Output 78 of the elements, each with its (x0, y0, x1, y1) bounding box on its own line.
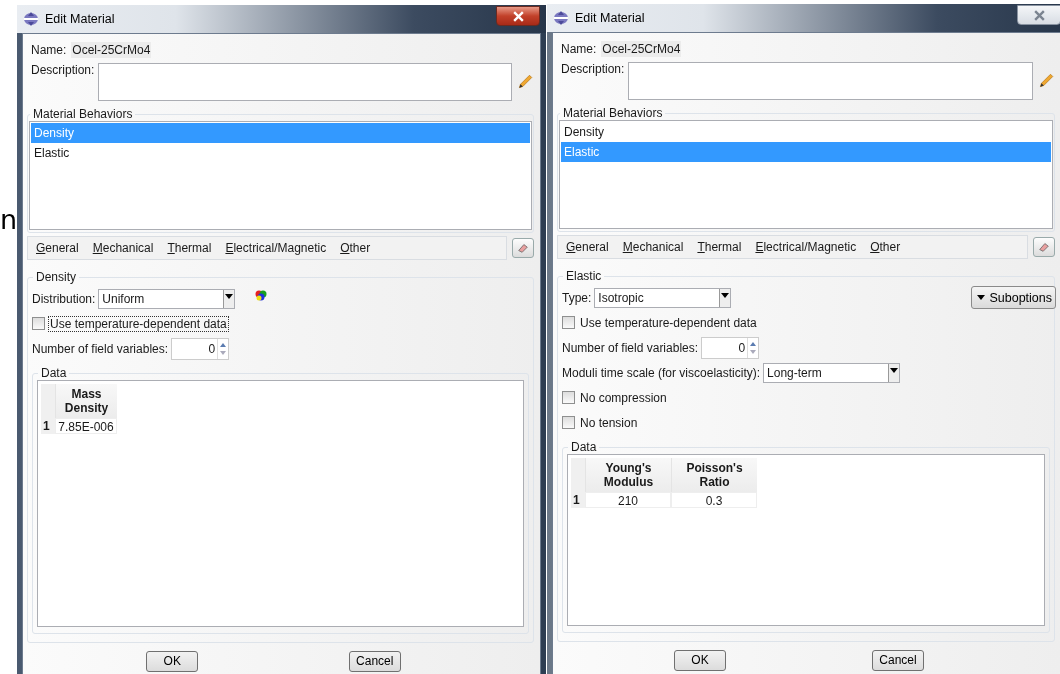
dropdown[interactable]: Long-term (763, 362, 901, 383)
checkbox[interactable] (32, 317, 45, 330)
material-name: Ocel-25CrMo4 (71, 42, 152, 58)
number-spinner[interactable]: 0 (701, 336, 760, 359)
field-label: Type: (562, 290, 592, 305)
checkbox-label[interactable]: No tension (578, 414, 640, 431)
dialog-button[interactable]: OK (674, 649, 726, 671)
eraser-button[interactable] (512, 238, 534, 258)
description-field[interactable] (98, 63, 512, 101)
menu-item[interactable]: Electrical/Magnetic (225, 241, 327, 255)
group-title: Material Behaviors (32, 107, 134, 121)
menu-item[interactable]: Mechanical (92, 241, 154, 255)
window-title: Edit Material (45, 12, 115, 26)
row-number: 1 (41, 418, 55, 434)
column-header: Poisson's Ratio (671, 458, 757, 492)
close-button[interactable] (496, 6, 540, 26)
menu-item[interactable]: Mechanical (622, 240, 684, 254)
background-letter: n (0, 206, 17, 233)
menu-item[interactable]: General (566, 240, 609, 254)
column-header: Young's Modulus (585, 458, 671, 492)
description-label: Description: (561, 62, 625, 76)
checkbox-label[interactable]: Use temperature-dependent data (578, 314, 759, 331)
row-number: 1 (571, 492, 585, 508)
table-corner-header (41, 384, 55, 418)
field-label: Number of field variables: (32, 341, 169, 356)
checkbox[interactable] (562, 391, 575, 404)
pencil-icon[interactable] (1037, 72, 1055, 90)
menu-item[interactable]: General (36, 241, 79, 255)
suboptions-button[interactable]: Suboptions (971, 286, 1056, 309)
caret-icon (890, 367, 899, 373)
group-title: Elastic (565, 269, 603, 283)
field-label: Number of field variables: (562, 340, 699, 355)
field-label: Moduli time scale (for viscoelasticity): (562, 365, 761, 380)
table-cell[interactable]: 210 (585, 492, 671, 508)
checkbox[interactable] (562, 316, 575, 329)
menu-item[interactable]: Other (340, 241, 371, 255)
menu-item[interactable]: Thermal (167, 241, 212, 255)
dialog-button[interactable]: Cancel (348, 650, 401, 672)
table-cell[interactable]: 0.3 (671, 492, 757, 508)
dialog-button[interactable]: Cancel (872, 649, 924, 671)
caret-icon (977, 295, 986, 300)
eraser-icon (517, 242, 529, 254)
dialog-button[interactable]: OK (146, 650, 199, 672)
material-name: Ocel-25CrMo4 (601, 41, 682, 57)
number-spinner[interactable]: 0 (171, 337, 230, 360)
checkbox[interactable] (562, 416, 575, 429)
description-field[interactable] (628, 62, 1033, 100)
caret-icon (225, 293, 234, 299)
window-title: Edit Material (575, 11, 645, 25)
close-icon (511, 10, 525, 22)
menu-item[interactable]: Thermal (697, 240, 742, 254)
name-label: Name: (31, 43, 67, 57)
table-cell[interactable]: 7.85E-006 (55, 418, 117, 434)
app-icon (553, 10, 569, 26)
caret-icon (721, 292, 730, 298)
group-title: Data (570, 440, 598, 454)
description-label: Description: (31, 63, 95, 77)
group-title: Data (40, 366, 68, 380)
list-item[interactable]: Density (561, 122, 1051, 142)
group-title: Material Behaviors (562, 106, 664, 120)
dropdown[interactable]: Isotropic (594, 287, 732, 308)
checkbox-label[interactable]: Use temperature-dependent data (48, 315, 229, 332)
menu-item[interactable]: Other (870, 240, 901, 254)
table-corner-header (571, 458, 585, 492)
list-item[interactable]: Elastic (31, 143, 530, 163)
eraser-button[interactable] (1033, 237, 1055, 257)
app-icon (23, 11, 39, 27)
column-header: Mass Density (55, 384, 117, 418)
group-title: Density (35, 270, 77, 284)
menu-item[interactable]: Electrical/Magnetic (755, 240, 857, 254)
pencil-icon[interactable] (516, 73, 534, 91)
dropdown[interactable]: Uniform (98, 288, 236, 309)
name-label: Name: (561, 42, 597, 56)
field-label: Distribution: (32, 291, 96, 306)
close-icon (1032, 9, 1046, 21)
eraser-icon (1038, 241, 1050, 253)
color-blobs-icon[interactable] (254, 288, 269, 301)
checkbox-label[interactable]: No compression (578, 389, 669, 406)
